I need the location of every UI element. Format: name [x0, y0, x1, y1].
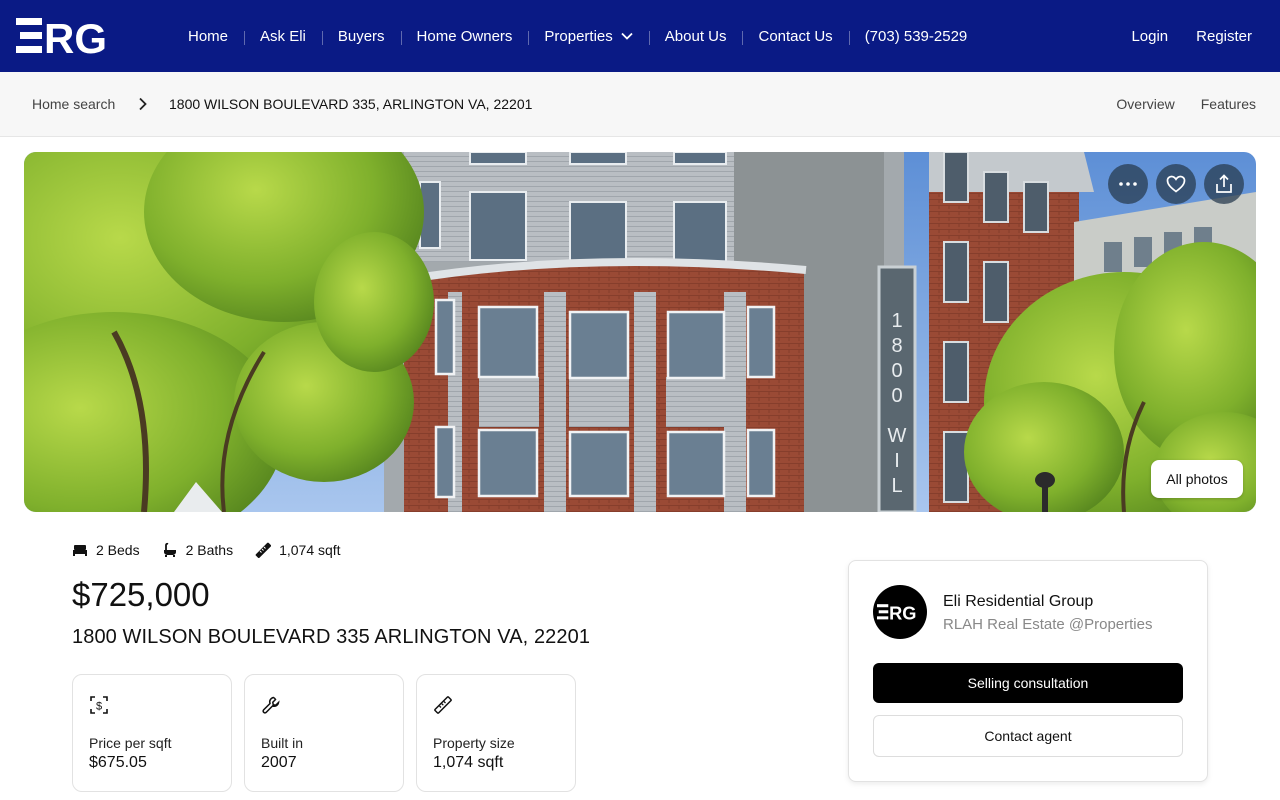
svg-text:0: 0 — [891, 385, 902, 407]
svg-text:1: 1 — [891, 310, 902, 332]
erg-logo: RG — [877, 603, 916, 622]
all-photos-button[interactable]: All photos — [1151, 460, 1243, 498]
nav-buyers[interactable]: Buyers — [321, 27, 401, 45]
baths-label: 2 Baths — [185, 542, 234, 558]
agent-avatar: RG — [873, 585, 927, 639]
more-icon — [1119, 182, 1137, 186]
dollar-icon: $ — [90, 696, 108, 714]
stat-card-property-size: Property size 1,074 sqft — [416, 674, 576, 792]
ruler-icon — [434, 696, 452, 714]
erg-logo[interactable]: RG — [16, 16, 122, 56]
bed-icon — [73, 545, 87, 556]
stat-card-price-per-sqft: $ Price per sqft $675.05 — [72, 674, 232, 792]
heart-icon — [1166, 175, 1186, 193]
nav-home[interactable]: Home — [172, 28, 244, 45]
breadcrumb-home-search[interactable]: Home search — [32, 96, 115, 112]
svg-text:W: W — [888, 425, 907, 447]
svg-text:0: 0 — [891, 360, 902, 382]
nav-ask-eli-label: Ask Eli — [260, 27, 306, 45]
nav-about-us[interactable]: About Us — [648, 27, 743, 45]
stat-value: 1,074 sqft — [433, 754, 504, 771]
login-link[interactable]: Login — [1131, 28, 1168, 45]
chevron-down-icon — [621, 32, 633, 40]
share-icon — [1216, 174, 1232, 193]
stat-label: Property size — [433, 735, 515, 751]
nav-phone[interactable]: (703) 539-2529 — [848, 27, 984, 45]
sqft-fact: 1,074 sqft — [255, 542, 341, 558]
nav-properties-label: Properties — [544, 27, 613, 45]
svg-text:8: 8 — [891, 335, 902, 357]
breadcrumb-bar: Home search 1800 WILSON BOULEVARD 335, A… — [0, 72, 1280, 137]
stat-card-built-in: Built in 2007 — [244, 674, 404, 792]
agent-name: Eli Residential Group — [943, 593, 1094, 610]
wrench-icon — [262, 696, 280, 714]
nav-home-owners[interactable]: Home Owners — [400, 27, 529, 45]
auth-links: Login Register — [1131, 0, 1252, 72]
property-facts: 2 Beds 2 Baths 1,074 sqft — [72, 542, 363, 558]
sqft-label: 1,074 sqft — [279, 542, 341, 558]
bathtub-icon — [163, 542, 176, 557]
svg-text:RG: RG — [44, 16, 107, 56]
main-menu: Home Ask Eli Buyers Home Owners Properti… — [172, 0, 983, 72]
nav-properties[interactable]: Properties — [528, 28, 648, 45]
nav-about-us-label: About Us — [664, 27, 727, 45]
svg-text:RG: RG — [889, 603, 916, 622]
beds-fact: 2 Beds — [72, 542, 140, 558]
chevron-right-icon — [139, 97, 147, 111]
svg-text:L: L — [891, 475, 902, 497]
nav-contact-us-label: Contact Us — [758, 27, 833, 45]
nav-phone-label: (703) 539-2529 — [864, 27, 968, 45]
overview-link[interactable]: Overview — [1116, 96, 1174, 112]
property-photo[interactable]: 1 8 0 0 W I L All photos — [24, 152, 1256, 512]
nav-home-owners-label: Home Owners — [416, 27, 513, 45]
building-photo: 1 8 0 0 W I L — [24, 152, 1256, 512]
stat-label: Built in — [261, 735, 304, 751]
favorite-button[interactable] — [1156, 164, 1196, 204]
share-button[interactable] — [1204, 164, 1244, 204]
stat-value: 2007 — [261, 754, 297, 771]
breadcrumb-current: 1800 WILSON BOULEVARD 335, ARLINGTON VA,… — [169, 96, 533, 112]
ruler-icon — [255, 542, 272, 558]
svg-text:I: I — [894, 450, 900, 472]
more-options-button[interactable] — [1108, 164, 1148, 204]
register-link[interactable]: Register — [1196, 28, 1252, 45]
top-navigation: RG Home Ask Eli Buyers Home Owners Prope… — [0, 0, 1280, 72]
nav-buyers-label: Buyers — [337, 27, 385, 45]
listing-price: $725,000 — [72, 576, 210, 613]
listing-address: 1800 WILSON BOULEVARD 335 ARLINGTON VA, … — [72, 626, 591, 648]
baths-fact: 2 Baths — [162, 542, 233, 558]
features-link[interactable]: Features — [1201, 96, 1256, 112]
stat-value: $675.05 — [89, 754, 147, 771]
section-links: Overview Features — [1116, 96, 1256, 112]
agent-brokerage: RLAH Real Estate @Properties — [943, 616, 1153, 633]
nav-home-label: Home — [188, 27, 229, 45]
contact-agent-button[interactable]: Contact agent — [873, 715, 1183, 757]
nav-ask-eli[interactable]: Ask Eli — [244, 28, 322, 45]
stat-label: Price per sqft — [89, 735, 172, 751]
svg-text:$: $ — [96, 701, 102, 713]
selling-consultation-button[interactable]: Selling consultation — [873, 663, 1183, 703]
nav-contact-us[interactable]: Contact Us — [742, 28, 848, 45]
agent-card: RG Eli Residential Group RLAH Real Estat… — [848, 560, 1208, 782]
beds-label: 2 Beds — [96, 542, 140, 558]
